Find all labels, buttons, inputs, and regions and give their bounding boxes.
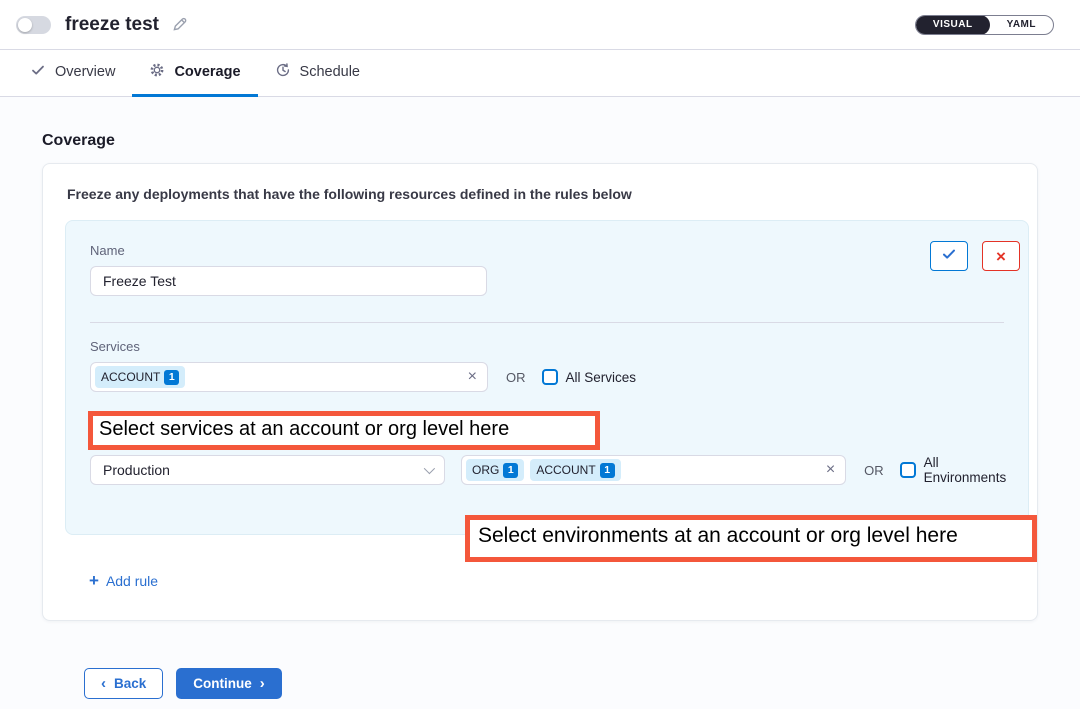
rule-divider bbox=[90, 322, 1004, 323]
tab-overview[interactable]: Overview bbox=[30, 50, 132, 97]
add-rule-label: Add rule bbox=[106, 573, 158, 589]
name-input[interactable] bbox=[90, 266, 487, 296]
rule-actions: × bbox=[930, 241, 1020, 271]
continue-label: Continue bbox=[193, 676, 252, 691]
coverage-page: Coverage Freeze any deployments that hav… bbox=[0, 97, 1080, 699]
visual-mode-button[interactable]: VISUAL bbox=[916, 15, 990, 35]
all-environments-label[interactable]: All Environments bbox=[924, 455, 1021, 485]
environments-or-label: OR bbox=[864, 463, 884, 478]
wizard-footer: ‹ Back Continue › bbox=[84, 668, 1038, 699]
back-label: Back bbox=[114, 676, 146, 691]
yaml-mode-button[interactable]: YAML bbox=[990, 15, 1053, 35]
edit-pencil-icon[interactable] bbox=[171, 16, 188, 33]
tag-count-badge: 1 bbox=[503, 463, 518, 478]
environments-multiselect[interactable]: ORG 1 ACCOUNT 1 × bbox=[461, 455, 846, 485]
card-intro-text: Freeze any deployments that have the fol… bbox=[67, 186, 1029, 202]
all-services-checkbox[interactable] bbox=[542, 369, 558, 385]
environment-type-value: Production bbox=[103, 462, 170, 478]
all-services-label[interactable]: All Services bbox=[566, 370, 637, 385]
tab-coverage-label: Coverage bbox=[174, 64, 240, 80]
section-heading: Coverage bbox=[42, 132, 1038, 150]
name-field: Name bbox=[90, 243, 1004, 296]
page-title: freeze test bbox=[65, 14, 159, 36]
tag-count-badge: 1 bbox=[600, 463, 615, 478]
freeze-enable-toggle[interactable] bbox=[16, 16, 51, 34]
clock-icon bbox=[275, 62, 291, 82]
services-or-label: OR bbox=[506, 370, 526, 385]
continue-button[interactable]: Continue › bbox=[176, 668, 282, 699]
tag-label: ACCOUNT bbox=[101, 370, 160, 384]
add-rule-link[interactable]: + Add rule bbox=[89, 572, 158, 589]
clear-environments-icon[interactable]: × bbox=[826, 462, 835, 478]
tab-schedule[interactable]: Schedule bbox=[258, 50, 377, 97]
services-label: Services bbox=[90, 339, 1004, 354]
coverage-card: Freeze any deployments that have the fol… bbox=[42, 163, 1038, 621]
check-icon bbox=[941, 246, 957, 267]
environment-type-select[interactable]: Production bbox=[90, 455, 445, 485]
back-button[interactable]: ‹ Back bbox=[84, 668, 163, 699]
clear-services-icon[interactable]: × bbox=[468, 369, 477, 385]
toggle-knob bbox=[18, 18, 32, 32]
freeze-rule-card: Name × Services bbox=[65, 220, 1029, 535]
environment-tag-account[interactable]: ACCOUNT 1 bbox=[530, 459, 620, 481]
tag-count-badge: 1 bbox=[164, 370, 179, 385]
tag-label: ORG bbox=[472, 463, 499, 477]
services-annotation: Select services at an account or org lev… bbox=[88, 411, 600, 450]
tab-bar: Overview Coverage Schedule bbox=[0, 50, 1080, 97]
environments-annotation: Select environments at an account or org… bbox=[465, 515, 1037, 562]
delete-rule-button[interactable]: × bbox=[982, 241, 1020, 271]
view-mode-switch: VISUAL YAML bbox=[915, 15, 1054, 35]
environment-tag-org[interactable]: ORG 1 bbox=[466, 459, 524, 481]
tag-label: ACCOUNT bbox=[536, 463, 595, 477]
gear-icon bbox=[149, 62, 165, 82]
close-icon: × bbox=[996, 248, 1006, 265]
tab-overview-label: Overview bbox=[55, 64, 115, 80]
name-label: Name bbox=[90, 243, 1004, 258]
all-environments-checkbox[interactable] bbox=[900, 462, 916, 478]
service-tag-account[interactable]: ACCOUNT 1 bbox=[95, 366, 185, 388]
confirm-rule-button[interactable] bbox=[930, 241, 968, 271]
chevron-down-icon bbox=[424, 463, 435, 474]
tab-schedule-label: Schedule bbox=[300, 64, 360, 80]
chevron-right-icon: › bbox=[260, 676, 265, 691]
top-bar: freeze test VISUAL YAML bbox=[0, 0, 1080, 50]
plus-icon: + bbox=[89, 572, 99, 589]
services-multiselect[interactable]: ACCOUNT 1 × bbox=[90, 362, 488, 392]
tab-coverage[interactable]: Coverage bbox=[132, 50, 257, 97]
chevron-left-icon: ‹ bbox=[101, 676, 106, 691]
check-icon bbox=[30, 62, 46, 82]
services-field: Services ACCOUNT 1 × OR All Services bbox=[90, 339, 1004, 392]
